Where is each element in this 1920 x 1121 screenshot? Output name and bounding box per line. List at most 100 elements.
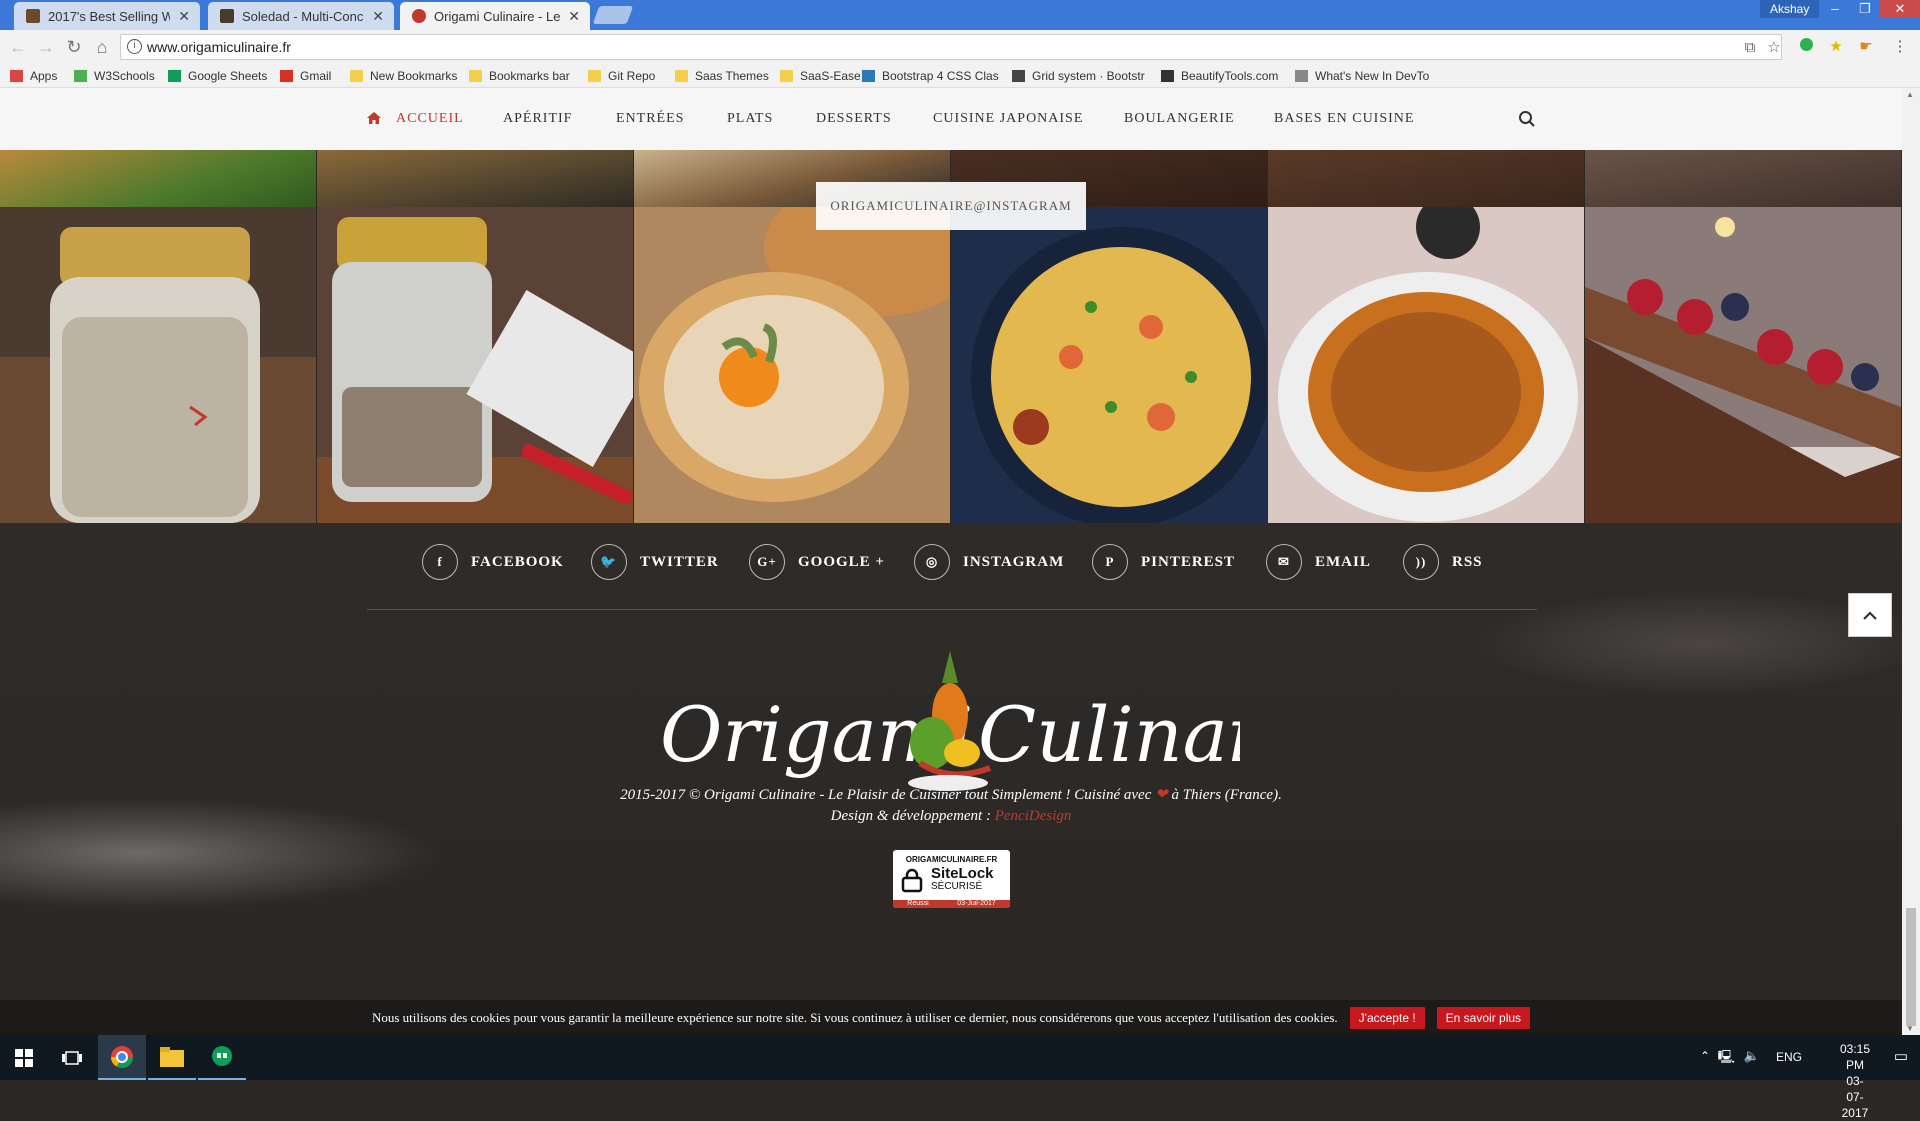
bookmark-item[interactable]: Saas Themes [675, 68, 769, 84]
language-indicator[interactable]: ENG [1776, 1050, 1802, 1064]
instagram-photo-pie[interactable] [634, 207, 950, 523]
bootstrap-b-icon [1012, 70, 1025, 82]
sitelock-badge[interactable]: ORIGAMICULINAIRE.FR SiteLock SÉCURISÉ Ré… [893, 850, 1010, 908]
nav-accueil[interactable]: ACCUEIL [396, 111, 464, 127]
bookmark-star-icon[interactable]: ☆ [1764, 38, 1784, 58]
social-link-twitter[interactable]: 🐦 TWITTER [591, 544, 719, 580]
forward-icon[interactable]: → [34, 36, 58, 58]
tab-close-icon[interactable]: ✕ [568, 8, 580, 25]
folder-icon [780, 70, 793, 82]
browser-tab-3[interactable]: Origami Culinaire - Le Pl ✕ [400, 2, 590, 30]
nav-aperitif[interactable]: APÉRITIF [503, 111, 572, 127]
social-label: EMAIL [1315, 553, 1371, 570]
bookmark-item[interactable]: Apps [10, 68, 57, 84]
back-to-top-button[interactable] [1848, 593, 1892, 637]
padlock-icon [901, 868, 923, 892]
bookmark-item[interactable]: SaaS-Ease [780, 68, 861, 84]
volume-icon[interactable]: 🔈 [1744, 1048, 1760, 1064]
nav-bases-en-cuisine[interactable]: BASES EN CUISINE [1274, 111, 1414, 127]
instagram-handle-label[interactable]: ORIGAMICULINAIRE@INSTAGRAM [816, 182, 1086, 230]
home-browser-icon[interactable]: ⌂ [90, 36, 114, 58]
bookmark-label: W3Schools [94, 69, 155, 83]
task-view-icon[interactable] [48, 1035, 96, 1080]
address-bar[interactable]: i www.origamiculinaire.fr [120, 34, 1782, 60]
tray-chevron-icon[interactable]: ⌃ [1700, 1049, 1710, 1063]
nav-desserts[interactable]: DESSERTS [816, 111, 892, 127]
browser-tab-1[interactable]: 2017's Best Selling Word ✕ [14, 2, 200, 30]
bookmark-label: New Bookmarks [370, 69, 458, 83]
instagram-photo-jar[interactable] [0, 207, 316, 523]
bookmark-item[interactable]: Google Sheets [168, 68, 267, 84]
maximize-icon[interactable]: ❐ [1850, 0, 1880, 18]
home-icon[interactable] [367, 112, 381, 124]
bookmark-label: Bootstrap 4 CSS Clas [882, 69, 999, 83]
action-center-icon[interactable]: ▭ [1894, 1047, 1908, 1065]
cookie-more-button[interactable]: En savoir plus [1436, 1007, 1531, 1029]
instagram-photo[interactable] [0, 150, 316, 207]
search-icon[interactable] [1518, 110, 1536, 128]
social-label: RSS [1452, 553, 1483, 570]
bookmark-item[interactable]: Gmail [280, 68, 331, 84]
windows-start-icon[interactable] [0, 1035, 48, 1080]
instagram-photo-cake[interactable] [1585, 207, 1901, 523]
extension-green-icon[interactable] [1796, 37, 1816, 57]
instagram-photo-rice[interactable] [951, 207, 1267, 523]
instagram-photo-jar-markers[interactable] [317, 207, 633, 523]
translate-icon[interactable]: ⧉ [1740, 38, 1760, 58]
nav-plats[interactable]: PLATS [727, 111, 773, 127]
instagram-photo[interactable] [1585, 150, 1901, 207]
cookie-text: Nous utilisons des cookies pour vous gar… [371, 1010, 1338, 1025]
sitelock-brand: SiteLock [931, 865, 994, 882]
social-label: FACEBOOK [471, 553, 564, 570]
bookmark-label: SaaS-Ease [800, 69, 861, 83]
bookmark-item[interactable]: New Bookmarks [350, 68, 457, 84]
file-explorer-icon[interactable] [148, 1035, 196, 1080]
bookmarks-bar: Apps W3Schools Google Sheets Gmail New Bookm… [0, 64, 1920, 88]
bookmark-item[interactable]: BeautifyTools.com [1161, 68, 1278, 84]
nav-boulangerie[interactable]: BOULANGERIE [1124, 111, 1235, 127]
credit-link[interactable]: PenciDesign [995, 808, 1072, 824]
network-icon[interactable]: 🖳 [1718, 1048, 1735, 1070]
reload-icon[interactable]: ↻ [62, 36, 86, 58]
menu-dots-icon[interactable]: ⋮ [1890, 37, 1910, 57]
social-link-rss[interactable]: )) RSS [1403, 544, 1483, 580]
instagram-photo[interactable] [317, 150, 633, 207]
social-link-email[interactable]: ✉ EMAIL [1266, 544, 1371, 580]
extension-star-icon[interactable]: ★ [1826, 37, 1846, 57]
instagram-photo-tart[interactable] [1268, 207, 1584, 523]
bootstrap-icon [862, 70, 875, 82]
bookmark-item[interactable]: W3Schools [74, 68, 155, 84]
bookmark-item[interactable]: What's New In DevTo [1295, 68, 1429, 84]
bookmark-item[interactable]: Bootstrap 4 CSS Clas [862, 68, 999, 84]
favicon-icon [26, 9, 40, 23]
page-scrollbar[interactable]: ▲ ▼ [1902, 88, 1920, 1035]
scrollbar-thumb[interactable] [1906, 908, 1916, 1026]
site-info-icon[interactable]: i [127, 39, 142, 54]
clock[interactable]: 03:15 PM 03-07-2017 [1840, 1041, 1870, 1121]
browser-tab-2[interactable]: Soledad - Multi-Concept ✕ [208, 2, 394, 30]
bookmark-item[interactable]: Git Repo [588, 68, 655, 84]
favicon-icon [220, 9, 234, 23]
hangouts-icon[interactable] [198, 1035, 246, 1080]
bookmark-item[interactable]: Grid system · Bootstr [1012, 68, 1145, 84]
back-icon[interactable]: ← [6, 36, 30, 58]
tab-close-icon[interactable]: ✕ [372, 8, 384, 25]
social-link-facebook[interactable]: f FACEBOOK [422, 544, 564, 580]
profile-name[interactable]: Akshay [1760, 0, 1820, 18]
tab-close-icon[interactable]: ✕ [178, 8, 190, 25]
nav-entrees[interactable]: ENTRÉES [616, 111, 684, 127]
bookmark-item[interactable]: Bookmarks bar [469, 68, 570, 84]
nav-cuisine-japonaise[interactable]: CUISINE JAPONAISE [933, 111, 1083, 127]
close-window-icon[interactable]: ✕ [1880, 0, 1920, 18]
social-link-pinterest[interactable]: P PINTEREST [1092, 544, 1235, 580]
site-logo[interactable]: Origami Culinaire [660, 643, 1240, 803]
clock-time: 03:15 PM [1839, 1042, 1870, 1072]
chrome-taskbar-icon[interactable] [98, 1035, 146, 1080]
new-tab-button[interactable] [592, 6, 634, 24]
instagram-photo[interactable] [1268, 150, 1584, 207]
social-link-instagram[interactable]: ◎ INSTAGRAM [914, 544, 1064, 580]
cookie-accept-button[interactable]: J'accepte ! [1349, 1007, 1425, 1029]
social-link-google[interactable]: G+ GOOGLE + [749, 544, 885, 580]
extension-hand-icon[interactable]: ☛ [1856, 37, 1876, 57]
minimize-icon[interactable]: – [1820, 0, 1850, 18]
